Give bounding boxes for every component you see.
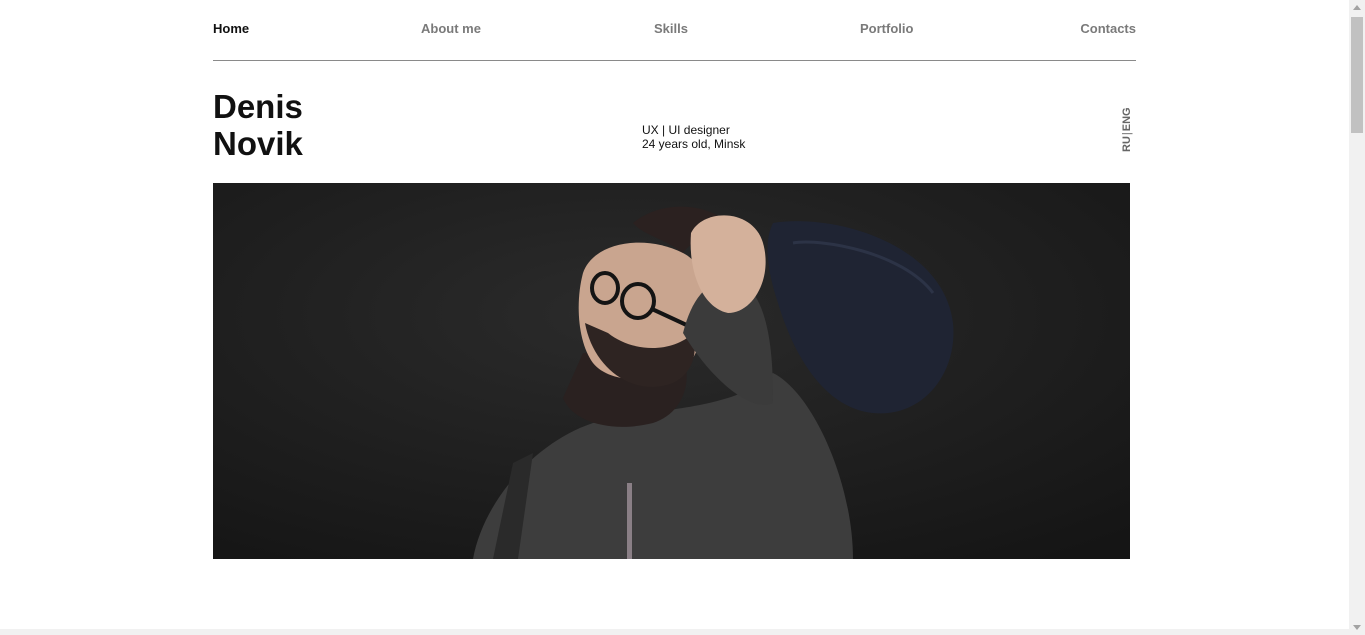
last-name: Novik <box>213 125 303 162</box>
nav-home[interactable]: Home <box>213 21 249 36</box>
horizontal-scrollbar[interactable] <box>0 629 1349 635</box>
hero-photo <box>213 183 1130 559</box>
first-name: Denis <box>213 88 303 125</box>
scroll-down-arrow-icon[interactable] <box>1353 625 1361 630</box>
language-switch: RU|ENG <box>1120 102 1134 152</box>
nav-portfolio[interactable]: Portfolio <box>860 21 913 36</box>
profile-details: 24 years old, Minsk <box>642 137 746 151</box>
main-nav: Home About me Skills Portfolio Contacts <box>213 0 1136 61</box>
lang-ru[interactable]: RU <box>1121 136 1133 152</box>
profile-role: UX | UI designer <box>642 123 730 137</box>
page: Home About me Skills Portfolio Contacts … <box>0 0 1365 635</box>
nav-skills[interactable]: Skills <box>654 21 688 36</box>
vertical-scrollbar[interactable] <box>1349 0 1365 635</box>
lang-eng[interactable]: ENG <box>1121 107 1133 131</box>
scrollbar-thumb[interactable] <box>1351 17 1363 133</box>
nav-contacts[interactable]: Contacts <box>1080 21 1136 36</box>
lang-separator: | <box>1121 132 1133 136</box>
nav-about-me[interactable]: About me <box>421 21 481 36</box>
portrait-photo-icon <box>213 183 1130 559</box>
profile-subtitle: UX | UI designer 24 years old, Minsk <box>642 123 745 151</box>
profile-name: Denis Novik <box>213 88 303 162</box>
scroll-up-arrow-icon[interactable] <box>1353 5 1361 10</box>
